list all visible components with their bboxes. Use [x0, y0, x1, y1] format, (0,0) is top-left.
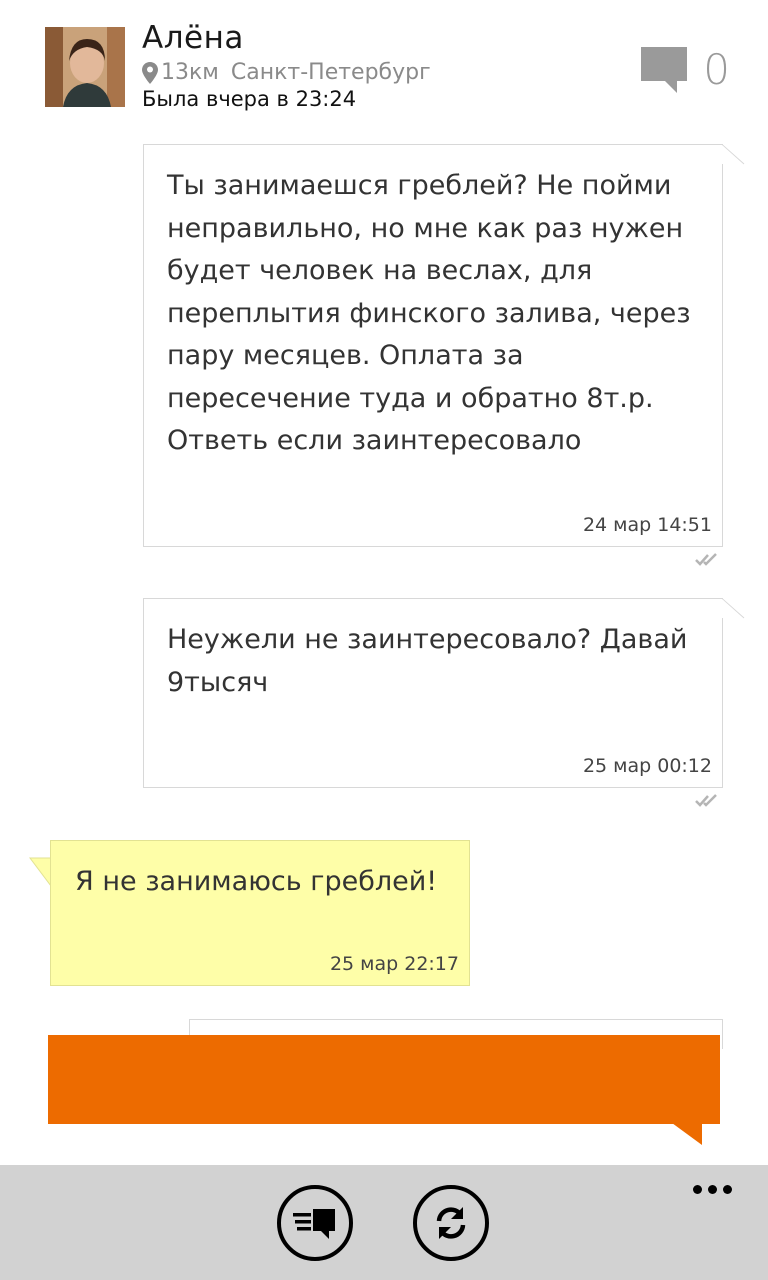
location-row: 13км Санкт-Петербург	[142, 60, 431, 85]
message-bubble[interactable]: Ты занимаешся греблей? Не пойми неправил…	[143, 144, 723, 547]
message-list-icon	[293, 1209, 335, 1239]
compose-bar-tail	[672, 1123, 702, 1145]
message-time: 25 мар 00:12	[582, 755, 712, 777]
message-count: 0	[703, 45, 730, 94]
map-pin-icon	[142, 61, 158, 84]
message-time: 25 мар 22:17	[329, 953, 459, 975]
bubble-tail	[722, 598, 745, 619]
message-bubble[interactable]: Неужели не заинтересовало? Давай 9тысяч …	[143, 598, 723, 788]
speech-bubble-icon	[641, 46, 688, 93]
message-counter[interactable]: 0	[641, 45, 730, 94]
refresh-button[interactable]	[413, 1185, 489, 1261]
message-bubble[interactable]: Я не занимаюсь греблей! 25 мар 22:17	[50, 840, 470, 986]
double-check-icon	[695, 794, 717, 807]
message-time: 24 мар 14:51	[582, 514, 712, 536]
contact-name: Алёна	[142, 20, 244, 56]
refresh-icon	[436, 1207, 466, 1239]
bubble-tail	[29, 857, 52, 888]
app-bar	[0, 1165, 768, 1280]
bubble-tail	[722, 144, 745, 188]
message-text: Неужели не заинтересовало? Давай 9тысяч	[167, 624, 688, 698]
last-seen-status: Была вчера в 23:24	[142, 87, 357, 111]
ellipsis-icon[interactable]	[693, 1185, 732, 1194]
message-text: Ты занимаешся греблей? Не пойми неправил…	[167, 170, 691, 456]
city: Санкт-Петербург	[230, 60, 431, 85]
compose-bar[interactable]	[48, 1035, 720, 1124]
double-check-icon	[695, 553, 717, 566]
distance: 13км	[161, 60, 219, 85]
avatar[interactable]	[45, 27, 125, 107]
message-text: Я не занимаюсь греблей!	[75, 866, 438, 897]
messages-button[interactable]	[277, 1185, 353, 1261]
